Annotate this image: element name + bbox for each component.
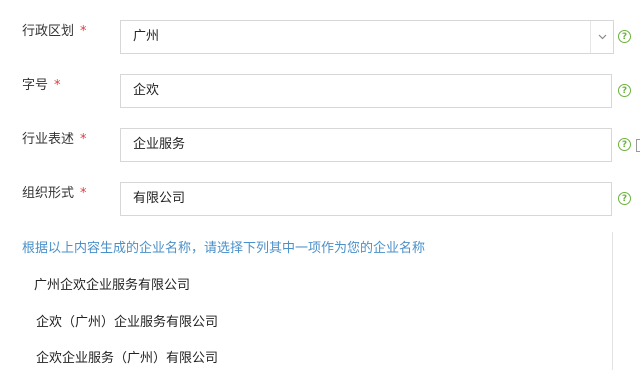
industry-label-text: 行业表述 xyxy=(22,132,75,147)
org-form-input[interactable]: 有限公司 xyxy=(120,182,612,216)
industry-label: 行业表述 * xyxy=(22,128,87,147)
region-select-value: 广州 xyxy=(133,29,160,44)
region-label-text: 行政区划 xyxy=(22,24,75,39)
name-option[interactable]: 企欢企业服务（广州）有限公司 xyxy=(36,347,218,366)
required-mark: * xyxy=(54,78,61,93)
trade-name-input[interactable]: 企欢 xyxy=(120,74,612,108)
org-form-label-text: 组织形式 xyxy=(22,186,75,201)
chevron-down-icon[interactable] xyxy=(590,21,613,53)
region-select[interactable]: 广州 xyxy=(120,20,614,54)
help-icon[interactable]: ? xyxy=(618,84,631,97)
trade-name-label-text: 字号 xyxy=(22,78,49,93)
required-mark: * xyxy=(80,132,87,147)
help-icon[interactable]: ? xyxy=(618,192,631,205)
trade-name-label: 字号 * xyxy=(22,74,61,93)
name-suggestion-hint: 根据以上内容生成的企业名称，请选择下列其中一项作为您的企业名称 xyxy=(22,241,426,256)
divider xyxy=(612,232,613,370)
help-icon[interactable]: ? xyxy=(618,30,631,43)
region-label: 行政区划 * xyxy=(22,20,87,39)
required-mark: * xyxy=(80,24,87,39)
name-option[interactable]: 广州企欢企业服务有限公司 xyxy=(34,274,190,293)
industry-input[interactable]: 企业服务 xyxy=(120,128,612,162)
help-icon[interactable]: ? xyxy=(618,138,631,151)
required-mark: * xyxy=(80,186,87,201)
org-form-label: 组织形式 * xyxy=(22,182,87,201)
cut-off-checkbox[interactable] xyxy=(636,139,640,152)
name-option[interactable]: 企欢（广州）企业服务有限公司 xyxy=(36,311,218,330)
